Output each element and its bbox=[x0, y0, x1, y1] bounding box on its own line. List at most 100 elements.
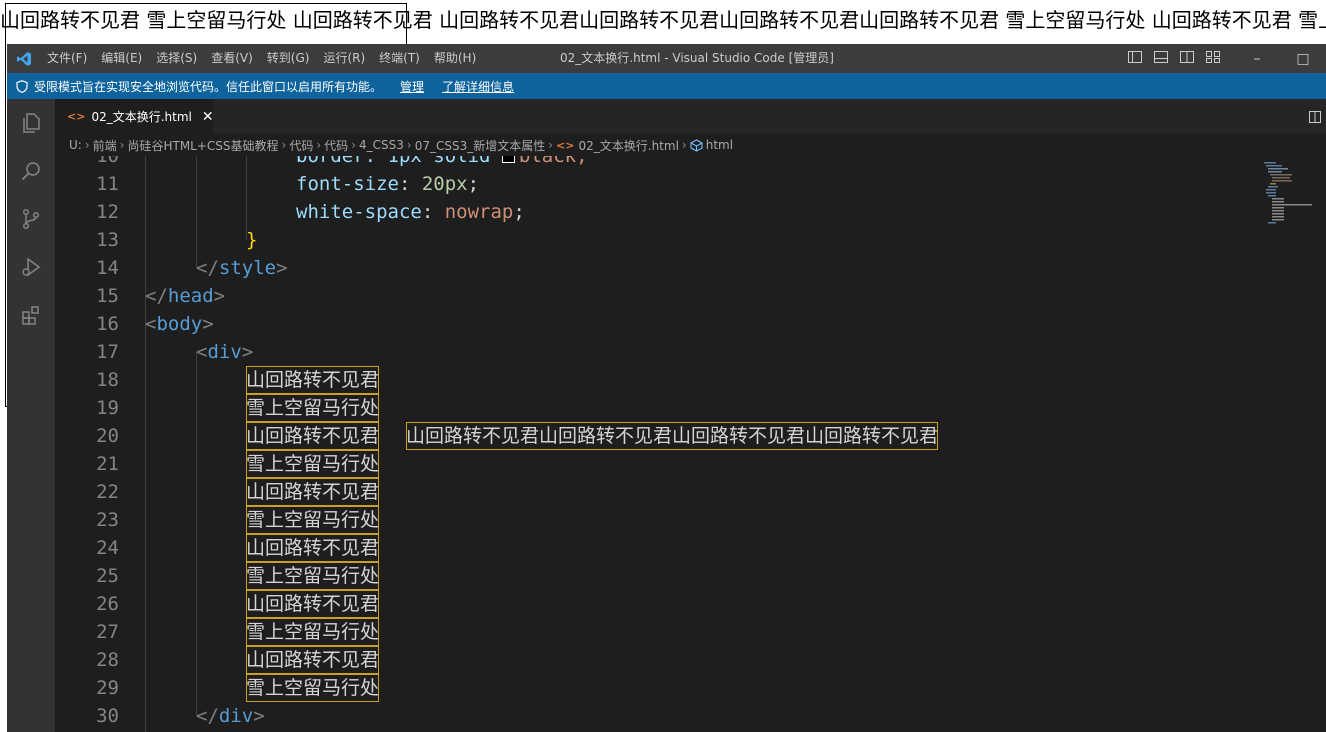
line-number: 23 bbox=[96, 509, 119, 531]
line-number: 30 bbox=[96, 705, 119, 727]
editor-area: <> 02_文本换行.html ✕ U: › 前端 › 尚硅谷HTML+CSS基础教… bbox=[55, 99, 1326, 732]
line-number: 14 bbox=[96, 257, 119, 279]
breadcrumb-folder-frontend[interactable]: 前端 bbox=[93, 137, 117, 154]
tab-02-text-wrap[interactable]: <> 02_文本换行.html ✕ bbox=[55, 99, 214, 134]
line-number: 11 bbox=[96, 173, 119, 195]
activity-bar bbox=[7, 99, 55, 732]
menu-edit[interactable]: 编辑(E) bbox=[94, 44, 149, 73]
breadcrumb-folder-text-props[interactable]: 07_CSS3_新增文本属性 bbox=[415, 137, 546, 154]
code-line-11: 11 font-size: 20px; bbox=[55, 170, 1255, 198]
extensions-icon[interactable] bbox=[7, 291, 55, 339]
code-line-25: 25 雪上空留马行处 bbox=[55, 562, 1255, 590]
code-line-13: 13 } bbox=[55, 226, 1255, 254]
window-title: 02_文本换行.html - Visual Studio Code [管理员] bbox=[560, 51, 834, 65]
text-content: 雪上空留马行处 bbox=[246, 674, 380, 702]
breadcrumb-folder-code[interactable]: 代码 bbox=[289, 137, 313, 154]
text-content: 雪上空留马行处 bbox=[246, 506, 380, 534]
text-content: 雪上空留马行处 bbox=[246, 562, 380, 590]
text-content: 山回路转不见君 bbox=[246, 590, 380, 618]
menu-run[interactable]: 运行(R) bbox=[316, 44, 372, 73]
breadcrumb-symbol-html[interactable]: html bbox=[706, 138, 733, 152]
code-line-28: 28 山回路转不见君 bbox=[55, 646, 1255, 674]
source-control-icon[interactable] bbox=[7, 195, 55, 243]
html-tag: div bbox=[207, 341, 242, 363]
tab-label: 02_文本换行.html bbox=[91, 110, 192, 124]
line-number: 16 bbox=[96, 313, 119, 335]
toggle-panel-icon[interactable] bbox=[1153, 50, 1169, 67]
line-number: 26 bbox=[96, 593, 119, 615]
run-debug-icon[interactable] bbox=[7, 243, 55, 291]
search-icon[interactable] bbox=[7, 147, 55, 195]
html-element-icon bbox=[690, 138, 703, 152]
css-property: font-size bbox=[296, 173, 399, 195]
menu-view[interactable]: 查看(V) bbox=[204, 44, 260, 73]
code-line-19: 19 雪上空留马行处 bbox=[55, 394, 1255, 422]
code-line-27: 27 雪上空留马行处 bbox=[55, 618, 1255, 646]
maximize-button[interactable]: □ bbox=[1280, 44, 1326, 73]
close-icon[interactable]: ✕ bbox=[202, 109, 214, 125]
minimize-button[interactable]: – bbox=[1234, 44, 1280, 73]
restricted-mode-banner: 受限模式旨在实现安全地浏览代码。信任此窗口以启用所有功能。 管理 了解详细信息 bbox=[7, 73, 1326, 99]
code-text: border: 1px solid bbox=[296, 156, 502, 167]
text-content: 山回路转不见君 bbox=[246, 422, 380, 450]
code-line-24: 24 山回路转不见君 bbox=[55, 534, 1255, 562]
code-line-14: 14 </style> bbox=[55, 254, 1255, 282]
html-file-icon: <> bbox=[67, 110, 86, 123]
minimap[interactable] bbox=[1262, 160, 1312, 230]
breadcrumb-file[interactable]: 02_文本换行.html bbox=[578, 137, 678, 154]
menu-help[interactable]: 帮助(H) bbox=[427, 44, 483, 73]
code-editor[interactable]: 10 border: 1px solid black; 11 font-size… bbox=[55, 156, 1326, 732]
css-value: 20px bbox=[421, 173, 468, 195]
text-content-long: 山回路转不见君山回路转不见君山回路转不见君山回路转不见君 bbox=[406, 422, 939, 450]
line-number: 15 bbox=[96, 285, 119, 307]
line-number: 21 bbox=[96, 453, 119, 475]
code-line-16: 16 <body> bbox=[55, 310, 1255, 338]
breadcrumb-folder-code-2[interactable]: 代码 bbox=[324, 137, 348, 154]
menu-go[interactable]: 转到(G) bbox=[260, 44, 317, 73]
editor-tabs: <> 02_文本换行.html ✕ bbox=[55, 99, 1326, 134]
text-content: 山回路转不见君 bbox=[246, 366, 380, 394]
shield-icon bbox=[16, 79, 28, 93]
line-number: 13 bbox=[96, 229, 119, 251]
text-content: 雪上空留马行处 bbox=[246, 618, 380, 646]
line-number: 18 bbox=[96, 369, 119, 391]
customize-layout-icon[interactable] bbox=[1205, 50, 1221, 67]
menu-bar: 文件(F) 编辑(E) 选择(S) 查看(V) 转到(G) 运行(R) 终端(T… bbox=[40, 44, 483, 73]
menu-selection[interactable]: 选择(S) bbox=[149, 44, 204, 73]
toggle-secondary-sidebar-icon[interactable] bbox=[1179, 50, 1195, 67]
line-number: 27 bbox=[96, 621, 119, 643]
text-content: 雪上空留马行处 bbox=[246, 450, 380, 478]
menu-terminal[interactable]: 终端(T) bbox=[372, 44, 427, 73]
line-number: 10 bbox=[96, 156, 119, 167]
breadcrumb-folder-course[interactable]: 尚硅谷HTML+CSS基础教程 bbox=[127, 137, 278, 154]
line-number: 25 bbox=[96, 565, 119, 587]
line-number: 19 bbox=[96, 397, 119, 419]
line-number: 22 bbox=[96, 481, 119, 503]
code-line-12: 12 white-space: nowrap; bbox=[55, 198, 1255, 226]
closing-brace: } bbox=[246, 229, 258, 251]
breadcrumb-folder-css3[interactable]: 4_CSS3 bbox=[359, 138, 404, 152]
toggle-sidebar-icon[interactable] bbox=[1127, 50, 1143, 67]
layout-controls bbox=[1127, 44, 1221, 73]
code-line-18: 18 山回路转不见君 bbox=[55, 366, 1255, 394]
learn-more-link[interactable]: 了解详细信息 bbox=[442, 78, 514, 95]
breadcrumb-drive[interactable]: U: bbox=[69, 138, 82, 152]
files-icon[interactable] bbox=[7, 99, 55, 147]
line-number: 20 bbox=[96, 425, 119, 447]
split-editor-icon[interactable] bbox=[1308, 109, 1322, 128]
code-line-21: 21 雪上空留马行处 bbox=[55, 450, 1255, 478]
code-line-15: 15 </head> bbox=[55, 282, 1255, 310]
color-swatch bbox=[501, 156, 515, 163]
title-bar: 文件(F) 编辑(E) 选择(S) 查看(V) 转到(G) 运行(R) 终端(T… bbox=[7, 44, 1326, 73]
code-line-10: 10 border: 1px solid black; bbox=[55, 156, 1255, 170]
manage-link[interactable]: 管理 bbox=[400, 78, 424, 95]
css-value: nowrap bbox=[444, 201, 514, 223]
text-content: 山回路转不见君 bbox=[246, 646, 380, 674]
vscode-window: 文件(F) 编辑(E) 选择(S) 查看(V) 转到(G) 运行(R) 终端(T… bbox=[7, 44, 1326, 732]
code-line-17: 17 <div> bbox=[55, 338, 1255, 366]
menu-file[interactable]: 文件(F) bbox=[40, 44, 94, 73]
code-line-26: 26 山回路转不见君 bbox=[55, 590, 1255, 618]
line-number: 29 bbox=[96, 677, 119, 699]
code-line-30: 30 </div> bbox=[55, 702, 1255, 730]
restricted-message: 受限模式旨在实现安全地浏览代码。信任此窗口以启用所有功能。 bbox=[34, 79, 383, 94]
